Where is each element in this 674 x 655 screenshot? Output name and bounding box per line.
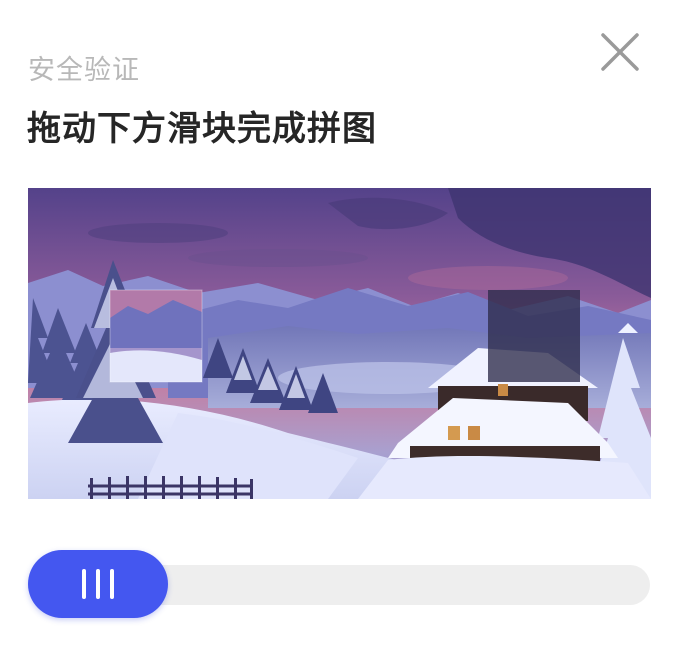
dialog-subtitle: 安全验证 [28, 55, 140, 86]
grip-lines-icon [82, 569, 86, 599]
dialog-title: 拖动下方滑块完成拼图 [27, 109, 377, 149]
puzzle-scene [28, 188, 651, 499]
close-button[interactable] [598, 30, 642, 74]
close-icon [601, 33, 639, 71]
puzzle-target-slot [488, 290, 580, 382]
captcha-dialog: 安全验证 拖动下方滑块完成拼图 [0, 0, 674, 655]
puzzle-piece[interactable] [109, 289, 203, 383]
slider-handle[interactable] [28, 550, 168, 618]
grip-line [110, 569, 114, 599]
grip-line [96, 569, 100, 599]
puzzle-image [28, 188, 651, 499]
